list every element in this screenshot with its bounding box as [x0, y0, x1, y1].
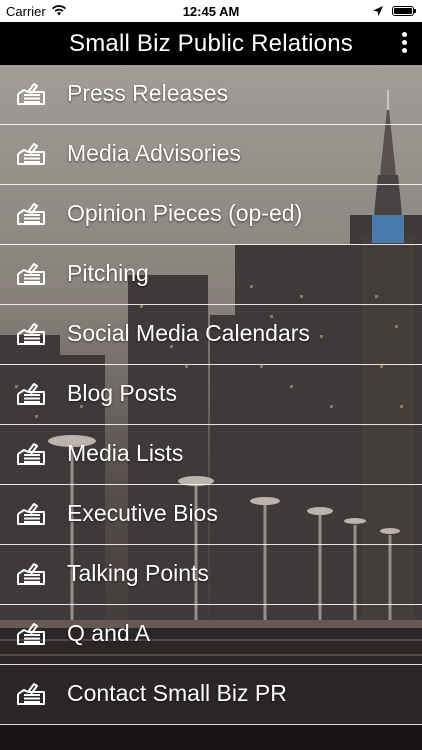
battery-icon: [392, 6, 416, 16]
menu-item-press-releases[interactable]: Press Releases: [0, 65, 422, 125]
menu-item-blog-posts[interactable]: Blog Posts: [0, 365, 422, 425]
menu-item-opinion-pieces[interactable]: Opinion Pieces (op-ed): [0, 185, 422, 245]
status-time: 12:45 AM: [182, 4, 240, 19]
menu-item-q-and-a[interactable]: Q and A: [0, 605, 422, 665]
pencil-writing-icon: [17, 263, 45, 285]
location-arrow-icon: [373, 6, 383, 16]
menu-item-label: Q and A: [67, 620, 151, 646]
menu-item-label: Contact Small Biz PR: [67, 680, 287, 706]
menu-item-media-lists[interactable]: Media Lists: [0, 425, 422, 485]
pencil-writing-icon: [17, 143, 45, 165]
pencil-writing-icon: [17, 443, 45, 465]
pencil-writing-icon: [17, 683, 45, 705]
menu-item-label: Media Lists: [67, 440, 184, 466]
menu-list: Press Releases Media Advisories Opinion …: [0, 65, 422, 725]
pencil-writing-icon: [17, 323, 45, 345]
menu-item-contact[interactable]: Contact Small Biz PR: [0, 665, 422, 725]
menu-item-pitching[interactable]: Pitching: [0, 245, 422, 305]
menu-item-label: Blog Posts: [67, 380, 177, 406]
menu-item-label: Opinion Pieces (op-ed): [67, 200, 303, 226]
page-title: Small Biz Public Relations: [69, 30, 353, 57]
menu-item-label: Pitching: [67, 260, 149, 286]
menu-item-label: Talking Points: [67, 560, 209, 586]
menu-item-executive-bios[interactable]: Executive Bios: [0, 485, 422, 545]
menu-item-label: Executive Bios: [67, 500, 218, 526]
pencil-writing-icon: [17, 203, 45, 225]
menu-item-media-advisories[interactable]: Media Advisories: [0, 125, 422, 185]
pencil-writing-icon: [17, 383, 45, 405]
pencil-writing-icon: [17, 83, 45, 105]
navigation-bar: Small Biz Public Relations: [0, 22, 422, 65]
pencil-writing-icon: [17, 563, 45, 585]
pencil-writing-icon: [17, 503, 45, 525]
status-bar: Carrier 12:45 AM: [0, 0, 422, 22]
more-vertical-icon[interactable]: [400, 32, 408, 56]
menu-item-label: Media Advisories: [67, 140, 241, 166]
menu-item-label: Social Media Calendars: [67, 320, 310, 346]
pencil-writing-icon: [17, 623, 45, 645]
menu-item-talking-points[interactable]: Talking Points: [0, 545, 422, 605]
menu-item-social-media-calendars[interactable]: Social Media Calendars: [0, 305, 422, 365]
menu-item-label: Press Releases: [67, 80, 229, 106]
